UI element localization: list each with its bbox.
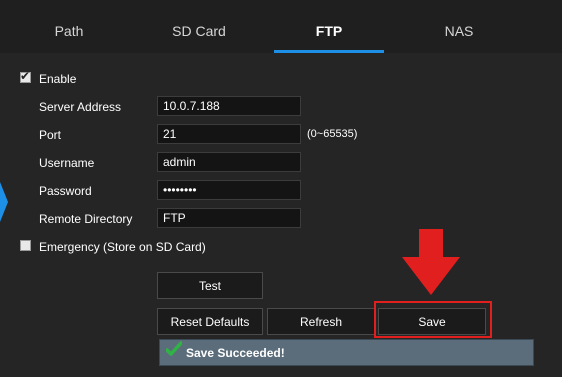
server-address-label: Server Address bbox=[39, 100, 122, 114]
down-arrow-icon bbox=[402, 229, 460, 295]
status-bar: Save Succeeded! bbox=[159, 339, 534, 366]
server-address-field[interactable] bbox=[157, 96, 301, 116]
tab-nas-label: NAS bbox=[444, 23, 474, 39]
tab-ftp-label: FTP bbox=[315, 23, 343, 39]
port-range-hint: (0~65535) bbox=[307, 128, 358, 140]
tab-sd-card-label: SD Card bbox=[172, 23, 226, 39]
remote-directory-field[interactable] bbox=[157, 208, 301, 228]
password-label: Password bbox=[39, 184, 92, 198]
refresh-button[interactable]: Refresh bbox=[267, 308, 375, 335]
test-button[interactable]: Test bbox=[157, 272, 263, 299]
port-label: Port bbox=[39, 128, 62, 142]
port-field[interactable] bbox=[157, 124, 301, 144]
tab-ftp[interactable]: FTP bbox=[274, 0, 384, 53]
tab-path[interactable]: Path bbox=[13, 0, 125, 53]
checkmark-icon: ✔ bbox=[20, 69, 31, 83]
password-field[interactable] bbox=[157, 180, 301, 200]
emergency-checkbox[interactable] bbox=[20, 240, 31, 251]
side-panel-toggle-icon[interactable] bbox=[0, 182, 8, 222]
tab-sd-card[interactable]: SD Card bbox=[143, 0, 255, 53]
tab-bar: Path SD Card FTP NAS bbox=[0, 0, 562, 53]
remote-directory-label: Remote Directory bbox=[39, 212, 133, 226]
active-tab-indicator bbox=[274, 50, 384, 53]
username-field[interactable] bbox=[157, 152, 301, 172]
reset-defaults-button[interactable]: Reset Defaults bbox=[157, 308, 263, 335]
tab-nas[interactable]: NAS bbox=[403, 0, 515, 53]
enable-label: Enable bbox=[39, 72, 77, 86]
save-highlight-box bbox=[374, 301, 492, 338]
enable-checkbox[interactable]: ✔ bbox=[20, 69, 31, 83]
emergency-label: Emergency (Store on SD Card) bbox=[39, 240, 206, 254]
username-label: Username bbox=[39, 156, 95, 170]
tab-path-label: Path bbox=[54, 23, 84, 39]
checkmark-icon bbox=[166, 341, 182, 356]
status-message: Save Succeeded! bbox=[186, 346, 285, 360]
